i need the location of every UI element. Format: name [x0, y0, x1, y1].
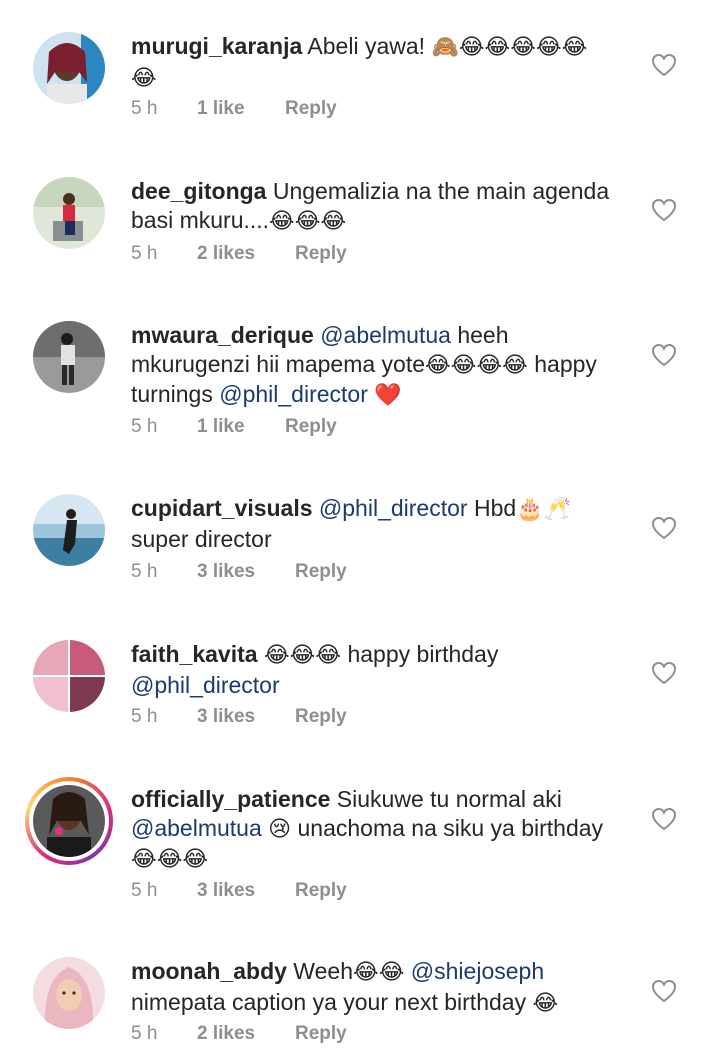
comment-text: officially_patience Siukuwe tu normal ak…: [131, 785, 631, 875]
reply-button[interactable]: Reply: [285, 416, 337, 438]
emoji-segment: 😂: [532, 990, 559, 1016]
comment-likes-count[interactable]: 3 likes: [197, 561, 295, 583]
comment-username[interactable]: moonah_abdy: [131, 958, 287, 984]
comment-timestamp: 5 h: [131, 98, 158, 119]
like-heart-icon[interactable]: [651, 807, 677, 831]
comment-timestamp: 5 h: [131, 416, 158, 437]
comment-timestamp: 5 h: [131, 243, 158, 264]
comment-meta: 5 h 2 likes Reply: [131, 1023, 347, 1045]
emoji-segment: 😂😂😂: [131, 847, 209, 872]
like-heart-icon[interactable]: [651, 516, 677, 540]
emoji-segment: 😂😂😂: [269, 208, 347, 234]
comment-text-segment: super director: [131, 525, 272, 552]
emoji-segment: 😂😂😂: [263, 643, 342, 668]
comment-text-segment: happy birthday: [341, 641, 499, 667]
emoji-segment: 😢: [268, 816, 292, 842]
comment-username[interactable]: murugi_karanja: [131, 33, 302, 59]
comment-likes-count[interactable]: 2 likes: [197, 243, 295, 265]
mention-link[interactable]: @abelmutua: [131, 815, 262, 841]
like-heart-icon[interactable]: [651, 343, 677, 367]
avatar[interactable]: [33, 321, 105, 393]
comment-text-segment: Abeli yawa!: [302, 33, 432, 59]
comment-text: cupidart_visuals @phil_director Hbd🎂🥂 su…: [131, 494, 631, 553]
comment-text-segment: Weeh: [286, 958, 353, 984]
reply-button[interactable]: Reply: [295, 880, 347, 902]
comment-meta: 5 h 3 likes Reply: [131, 880, 347, 902]
comment-likes-count[interactable]: 1 like: [197, 98, 285, 120]
comments-list: murugi_karanja Abeli yawa! 🙈😂😂😂😂😂 😂 5 h 1…: [0, 0, 720, 1048]
comment-username[interactable]: dee_gitonga: [131, 178, 266, 204]
comment-text-segment: nimepata caption ya your next birthday: [131, 988, 533, 1015]
reply-button[interactable]: Reply: [295, 561, 347, 583]
reply-button[interactable]: Reply: [295, 1023, 347, 1045]
comment-meta: 5 h 1 like Reply: [131, 416, 337, 438]
emoji-segment: 😂: [131, 65, 157, 91]
mention-link[interactable]: @shiejoseph: [411, 958, 544, 984]
mention-link[interactable]: @phil_director: [131, 672, 280, 698]
comment-likes-count[interactable]: 2 likes: [197, 1023, 295, 1045]
comment-text-segment: Siukuwe tu normal aki: [330, 786, 562, 812]
mention-link[interactable]: @abelmutua: [320, 322, 451, 348]
comment-likes-count[interactable]: 3 likes: [197, 706, 295, 728]
comment-text-segment: Hbd: [467, 495, 517, 521]
comment-timestamp: 5 h: [131, 706, 158, 727]
emoji-segment: 😂😂😂😂: [425, 352, 528, 378]
like-heart-icon[interactable]: [651, 198, 677, 222]
comment-likes-count[interactable]: 3 likes: [197, 880, 295, 902]
emoji-segment: 🙈😂😂😂😂😂: [431, 35, 588, 60]
comment-username[interactable]: mwaura_derique: [131, 322, 314, 348]
mention-link[interactable]: @phil_director: [319, 495, 468, 521]
reply-button[interactable]: Reply: [295, 706, 347, 728]
comment-text: faith_kavita 😂😂😂 happy birthday @phil_di…: [131, 640, 631, 699]
comment-meta: 5 h 3 likes Reply: [131, 706, 347, 728]
comment-text: moonah_abdy Weeh😂😂 @shiejoseph nimepata …: [131, 957, 631, 1018]
comment-likes-count[interactable]: 1 like: [197, 416, 285, 438]
comment-timestamp: 5 h: [131, 561, 158, 582]
reply-button[interactable]: Reply: [295, 243, 347, 265]
comment-timestamp: 5 h: [131, 1023, 158, 1044]
like-heart-icon[interactable]: [651, 661, 677, 685]
comment-username[interactable]: faith_kavita: [131, 641, 258, 667]
emoji-segment: 🎂🥂: [516, 497, 571, 522]
heart-emoji: ❤️: [374, 383, 402, 408]
like-heart-icon[interactable]: [651, 979, 677, 1003]
comment-username[interactable]: cupidart_visuals: [131, 495, 313, 521]
emoji-segment: 😂😂: [352, 960, 405, 985]
comment-meta: 5 h 1 like Reply: [131, 98, 337, 120]
comment-meta: 5 h 2 likes Reply: [131, 243, 347, 265]
avatar-with-story-ring[interactable]: [25, 777, 113, 865]
comment-timestamp: 5 h: [131, 880, 158, 901]
comment-text: mwaura_derique @abelmutua heeh mkurugenz…: [131, 321, 631, 411]
comment-meta: 5 h 3 likes Reply: [131, 561, 347, 583]
mention-link[interactable]: @phil_director: [219, 381, 368, 407]
comment-text: dee_gitonga Ungemalizia na the main agen…: [131, 177, 631, 236]
avatar[interactable]: [33, 32, 105, 104]
like-heart-icon[interactable]: [651, 53, 677, 77]
comment-username[interactable]: officially_patience: [131, 786, 330, 812]
comment-text: murugi_karanja Abeli yawa! 🙈😂😂😂😂😂 😂: [131, 32, 631, 93]
comment-text-segment: unachoma na siku ya birthday: [291, 814, 604, 841]
reply-button[interactable]: Reply: [285, 98, 337, 120]
avatar[interactable]: [33, 640, 105, 712]
avatar[interactable]: [33, 177, 105, 249]
avatar[interactable]: [33, 494, 105, 566]
avatar[interactable]: [33, 957, 105, 1029]
